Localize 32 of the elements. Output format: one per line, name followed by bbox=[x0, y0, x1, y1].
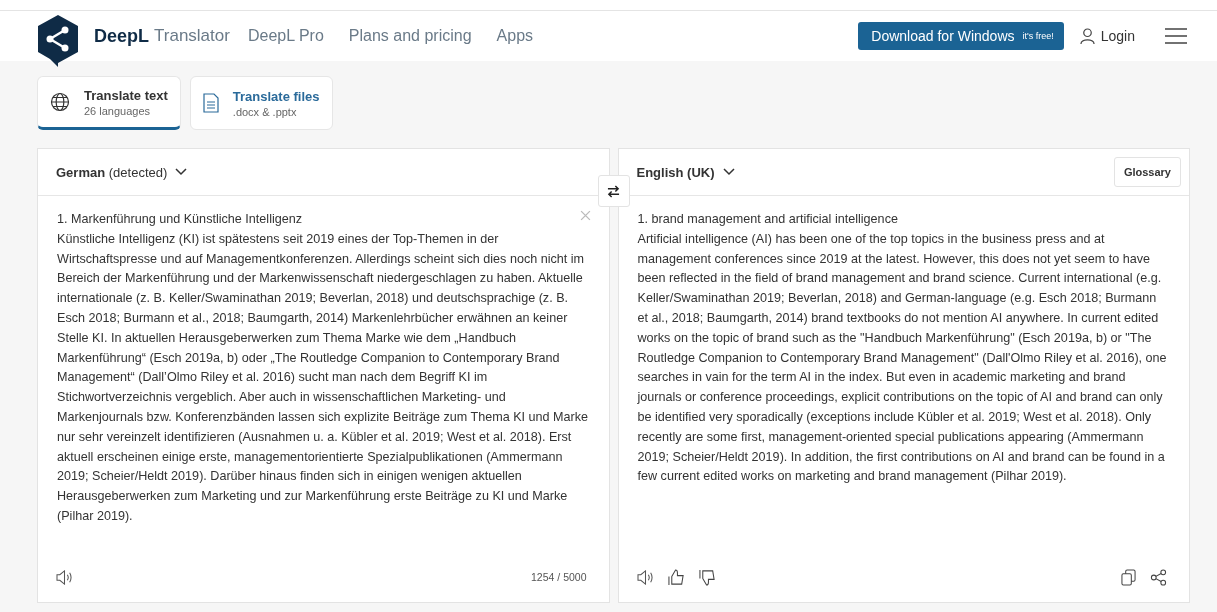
swap-languages-button[interactable] bbox=[597, 175, 630, 207]
source-text: Künstliche Intelligenz (KI) ist spätestens seit 2019 eines der Top-Themen in der Wirtschaftspresse und auf Managementkonferenzen. Allerdings scheint sich dies noch nicht im Bereich der Markenführung und der Markenwissenschaft niedergeschlagen zu haben. Aktuelle internationale (z. B. Keller/Swaminathan 2019; Beverlan, 2018) und deutschsprachige (z. B. Esch 2018; Burmann et al., 2018; Baumgarth, 2014) Markenlehrbücher erwähnen an keiner Stelle KI. In aktuellen Herausgeberwerken zum Thema Marke wie dem „Handbuch Markenführung“ (Esch 2019a, b) oder „The Routledge Companion to Contemporary Brand Management“ (Dall’Olmo Riley et al. 2016) sucht man nach dem Begriff KI im Stichwortverzeichnis vergeblich. Aber auch in wissenschaftlichen Marketing- und Markenjournals bzw. Konferenzbänden lassen sich explizite Beiträge zum Thema KI und Marke nur sehr vereinzelt identifizieren (Ausnahmen u. a. Kübler et al. 2019; West et al. 2018). Erst aktuell erscheinen einige erste, managementorientierte Spezialpublikationen (Ammermann 2019; Scheier/Heldt 2019). Darüber hinaus finden sich in einigen wenigen aktuellen Herausgeberwerken zum Marketing und zur Markenführung erste Beiträge zu KI und Marke (Pilhar 2019). bbox=[57, 230, 589, 525]
source-heading: 1. Markenführung und Künstliche Intelligenz bbox=[57, 211, 303, 228]
chevron-icon bbox=[722, 168, 735, 176]
speaker-icon[interactable] bbox=[56, 569, 73, 585]
login-link[interactable]: Login bbox=[1079, 27, 1135, 45]
download-button[interactable]: Download for Windows it's free! bbox=[858, 22, 1064, 50]
swap-icon bbox=[607, 184, 620, 198]
brand-name[interactable]: DeepL bbox=[94, 25, 149, 47]
speaker-icon[interactable] bbox=[636, 569, 654, 585]
source-language-select[interactable]: German (detected) bbox=[56, 164, 188, 180]
nav-link[interactable]: Apps bbox=[496, 27, 534, 45]
nav-link[interactable]: Plans and pricing bbox=[348, 27, 472, 45]
character-count: 1254 / 5000 bbox=[531, 571, 587, 583]
glossary-button[interactable]: Glossary bbox=[1113, 157, 1181, 187]
nav-link[interactable]: DeepL Pro bbox=[247, 27, 324, 45]
copy-icon[interactable] bbox=[1121, 568, 1136, 586]
menu-icon[interactable] bbox=[1165, 28, 1187, 44]
thumbs-up-icon[interactable] bbox=[667, 568, 685, 586]
user-icon bbox=[1079, 27, 1095, 45]
chevron-icon bbox=[175, 168, 188, 176]
translation-heading: 1. brand management and artificial intelligence bbox=[637, 211, 898, 228]
translation-text: Artificial intelligence (AI) has been one of the top topics in the business press and at management conferences since 2019 at the latest. However, this does not yet seem to have been reflected in the field of brand management and brand science. Current international (e.g. Keller/Swaminathan 2019; Beverlan, 2018) and German-language (e.g. Esch 2018; Burmann et al., 2018; Baumgarth, 2014) brand textbooks do not mention AI anywhere. In current edited works on the topic of brand such as the "Handbuch Markenführung" (Esch 2019a, b) or "The Routledge Companion to Contemporary Brand Management" (Dall'Olmo Riley et al. 2016), one searches in vain for the term AI in the index. But even in academic marketing and brand journals or conference proceedings, explicit contributions on the topic of AI and brand can only be identified very sporadically (exceptions include Kübler et al. 2019; West et al. 2018). Only recently are some first, management-oriented special publications appearing (Ammermann 2019; Scheier/Heldt 2019). In addition, the first contributions on AI and brand can be found in a few current edited works on marketing and brand management (Pilhar 2019). bbox=[637, 230, 1168, 486]
logo-icon[interactable] bbox=[36, 14, 80, 68]
target-language-select[interactable]: English (UK) bbox=[636, 164, 735, 180]
thumbs-down-icon[interactable] bbox=[698, 568, 716, 586]
globe-icon bbox=[50, 92, 70, 112]
share-icon[interactable] bbox=[1150, 568, 1167, 586]
mode-tab[interactable]: Translate text 26 languages bbox=[37, 76, 181, 130]
product-name: Translator bbox=[154, 26, 230, 46]
document-icon bbox=[202, 93, 219, 113]
mode-tab[interactable]: Translate files .docx & .pptx bbox=[189, 76, 333, 130]
